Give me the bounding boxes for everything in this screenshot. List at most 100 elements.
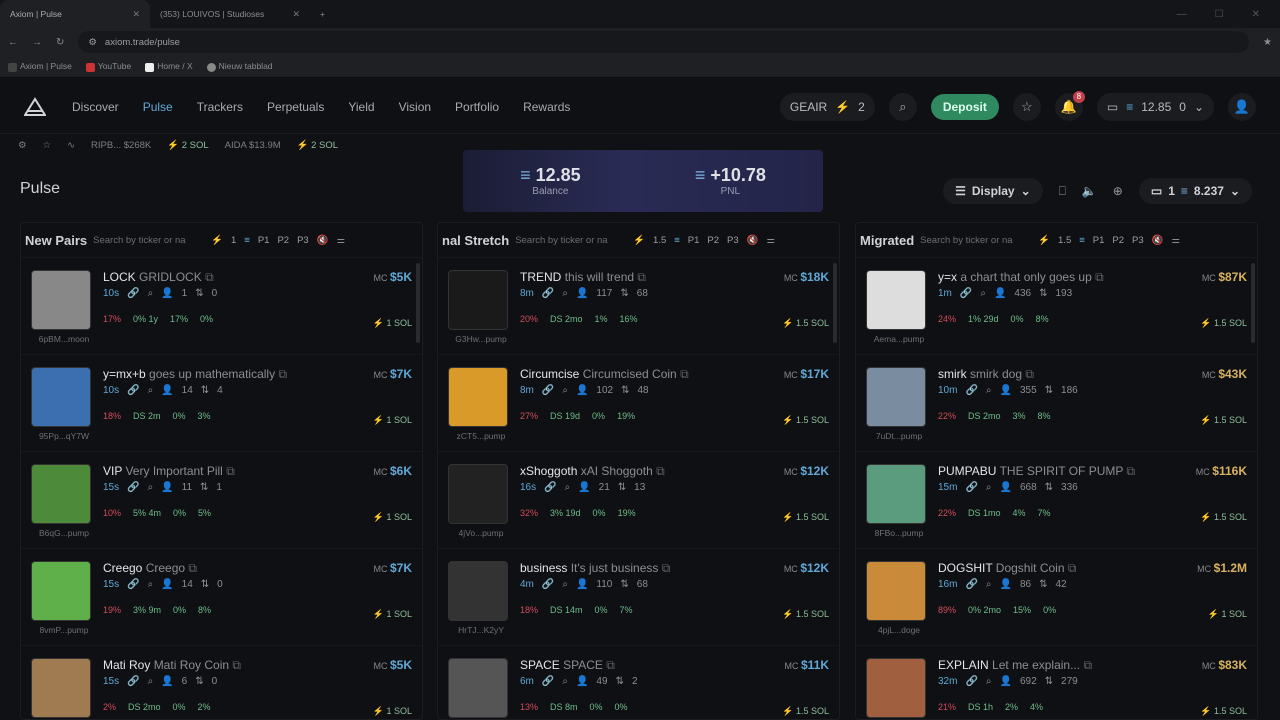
token-address[interactable]: HrTJ...K2yY bbox=[446, 625, 516, 635]
token-card[interactable]: SPACE SPACE ⧉ 6m 🔗 ⌕ 👤 49 ⇅ 2 MC $11K 13% DS 8… bbox=[438, 645, 839, 719]
bookmark-item[interactable]: YouTube bbox=[85, 61, 131, 72]
axiom-logo-icon[interactable] bbox=[24, 96, 46, 118]
nav-yield[interactable]: Yield bbox=[348, 100, 374, 114]
link-icon[interactable]: 🔗 bbox=[544, 482, 556, 493]
search-icon[interactable]: ⌕ bbox=[888, 92, 917, 121]
token-card[interactable]: zCT5...pump Circumcise Circumcised Coin … bbox=[438, 354, 839, 451]
ticker-item[interactable]: RIPB... $268K bbox=[91, 140, 151, 151]
copy-icon[interactable]: ⧉ bbox=[205, 270, 214, 284]
quick-buy-amount[interactable]: 1.5 bbox=[1058, 235, 1071, 246]
scrollbar[interactable] bbox=[416, 263, 420, 343]
link-icon[interactable]: 🔗 bbox=[127, 579, 139, 590]
quick-buy-button[interactable]: ⚡ 1 SOL bbox=[373, 318, 412, 329]
token-card[interactable]: G3Hw...pump TREND this will trend ⧉ 8m 🔗 ⌕… bbox=[438, 257, 839, 354]
quick-buy-amount[interactable]: 1.5 bbox=[653, 235, 666, 246]
quick-buy-button[interactable]: ⚡ 1.5 SOL bbox=[782, 318, 829, 329]
token-avatar[interactable] bbox=[866, 561, 926, 621]
display-button[interactable]: ☰ Display ⌄ bbox=[943, 178, 1043, 204]
search-icon[interactable]: ⌕ bbox=[148, 288, 154, 299]
search-icon[interactable]: ⌕ bbox=[148, 482, 154, 493]
star-icon[interactable]: ☆ bbox=[43, 140, 52, 151]
bookmark-star-icon[interactable]: ★ bbox=[1263, 37, 1272, 48]
token-avatar[interactable] bbox=[31, 658, 91, 718]
bookmark-icon[interactable]: ⎕ bbox=[1059, 184, 1066, 199]
wallet-selector[interactable]: ▭ 1 ≡ 8.237 ⌄ bbox=[1138, 178, 1252, 204]
quick-buy-button[interactable]: ⚡ 1 SOL bbox=[373, 706, 412, 717]
close-icon[interactable]: ✕ bbox=[292, 9, 300, 20]
search-icon[interactable]: ⌕ bbox=[148, 676, 154, 687]
quick-buy-button[interactable]: ⚡ 1 SOL bbox=[373, 512, 412, 523]
nav-pulse[interactable]: Pulse bbox=[143, 100, 173, 114]
token-address[interactable]: 4pjL...doge bbox=[864, 625, 934, 635]
preset-p2[interactable]: P2 bbox=[707, 235, 719, 246]
ticker-buy[interactable]: ⚡ 2 SOL bbox=[167, 140, 208, 151]
filter-icon[interactable]: ⚌ bbox=[337, 235, 346, 246]
token-address[interactable]: B6qG...pump bbox=[29, 528, 99, 538]
quick-buy-button[interactable]: ⚡ 1.5 SOL bbox=[1200, 318, 1247, 329]
scrollbar[interactable] bbox=[1251, 263, 1255, 343]
column-search-input[interactable]: Search by ticker or na bbox=[920, 235, 1032, 246]
preset-p1[interactable]: P1 bbox=[258, 235, 270, 246]
link-icon[interactable]: 🔗 bbox=[127, 385, 139, 396]
token-avatar[interactable] bbox=[866, 658, 926, 718]
quick-buy-button[interactable]: ⚡ 1.5 SOL bbox=[782, 609, 829, 620]
copy-icon[interactable]: ⧉ bbox=[188, 561, 197, 575]
token-avatar[interactable] bbox=[448, 464, 508, 524]
token-address[interactable]: 95Pp...qY7W bbox=[29, 431, 99, 441]
token-address[interactable]: 8FBo...pump bbox=[864, 528, 934, 538]
token-avatar[interactable] bbox=[866, 367, 926, 427]
maximize-icon[interactable]: ☐ bbox=[1215, 9, 1224, 20]
link-icon[interactable]: 🔗 bbox=[127, 288, 139, 299]
search-icon[interactable]: ⌕ bbox=[986, 579, 992, 590]
new-tab-button[interactable]: + bbox=[310, 0, 335, 28]
preset-p1[interactable]: P1 bbox=[688, 235, 700, 246]
copy-icon[interactable]: ⧉ bbox=[680, 367, 689, 381]
ticker-buy[interactable]: ⚡ 2 SOL bbox=[297, 140, 338, 151]
nav-discover[interactable]: Discover bbox=[72, 100, 119, 114]
close-window-icon[interactable]: ✕ bbox=[1252, 9, 1260, 20]
copy-icon[interactable]: ⧉ bbox=[1025, 367, 1034, 381]
nav-portfolio[interactable]: Portfolio bbox=[455, 100, 499, 114]
nav-trackers[interactable]: Trackers bbox=[197, 100, 243, 114]
quick-buy-button[interactable]: ⚡ 1 SOL bbox=[373, 415, 412, 426]
search-icon[interactable]: ⌕ bbox=[565, 482, 571, 493]
preset-p2[interactable]: P2 bbox=[277, 235, 289, 246]
copy-icon[interactable]: ⧉ bbox=[1083, 658, 1092, 672]
nav-vision[interactable]: Vision bbox=[399, 100, 431, 114]
bookmark-item[interactable]: Nieuw tabblad bbox=[206, 61, 273, 72]
quick-buy-button[interactable]: ⚡ 1.5 SOL bbox=[782, 415, 829, 426]
token-address[interactable]: Aema...pump bbox=[864, 334, 934, 344]
token-card[interactable]: 4pjL...doge DOGSHIT Dogshit Coin ⧉ 16m 🔗 ⌕… bbox=[856, 548, 1257, 645]
target-icon[interactable]: ⊕ bbox=[1113, 184, 1123, 198]
token-address[interactable]: G3Hw...pump bbox=[446, 334, 516, 344]
token-avatar[interactable] bbox=[866, 464, 926, 524]
token-avatar[interactable] bbox=[448, 561, 508, 621]
preset-p2[interactable]: P2 bbox=[1112, 235, 1124, 246]
copy-icon[interactable]: ⧉ bbox=[1127, 464, 1136, 478]
quick-buy-amount[interactable]: 1 bbox=[231, 235, 236, 246]
token-card[interactable]: 7uDt...pump smirk smirk dog ⧉ 10m 🔗 ⌕ 👤 355 ⇅… bbox=[856, 354, 1257, 451]
copy-icon[interactable]: ⧉ bbox=[226, 464, 235, 478]
star-icon[interactable]: ☆ bbox=[1012, 92, 1041, 121]
quick-buy-button[interactable]: ⚡ 1.5 SOL bbox=[1200, 512, 1247, 523]
link-icon[interactable]: 🔗 bbox=[127, 482, 139, 493]
preset-p1[interactable]: P1 bbox=[1093, 235, 1105, 246]
search-icon[interactable]: ⌕ bbox=[980, 288, 986, 299]
copy-icon[interactable]: ⧉ bbox=[606, 658, 615, 672]
settings-icon[interactable]: ⚙ bbox=[18, 140, 27, 151]
copy-icon[interactable]: ⧉ bbox=[278, 367, 287, 381]
token-avatar[interactable] bbox=[448, 270, 508, 330]
search-icon[interactable]: ⌕ bbox=[562, 385, 568, 396]
user-rank-pill[interactable]: GEAIR ⚡ 2 bbox=[779, 92, 875, 121]
quick-buy-button[interactable]: ⚡ 1.5 SOL bbox=[782, 706, 829, 717]
account-icon[interactable]: 👤 bbox=[1228, 92, 1256, 121]
quick-buy-button[interactable]: ⚡ 1 SOL bbox=[1208, 609, 1247, 620]
link-icon[interactable]: 🔗 bbox=[965, 385, 977, 396]
search-icon[interactable]: ⌕ bbox=[148, 579, 154, 590]
search-icon[interactable]: ⌕ bbox=[986, 676, 992, 687]
copy-icon[interactable]: ⧉ bbox=[1095, 270, 1104, 284]
link-icon[interactable]: 🔗 bbox=[542, 385, 554, 396]
token-address[interactable]: 4jVo...pump bbox=[446, 528, 516, 538]
filter-icon[interactable]: ⚌ bbox=[1172, 235, 1181, 246]
token-card[interactable]: 8FBo...pump PUMPABU THE SPIRIT OF PUMP ⧉… bbox=[856, 451, 1257, 548]
